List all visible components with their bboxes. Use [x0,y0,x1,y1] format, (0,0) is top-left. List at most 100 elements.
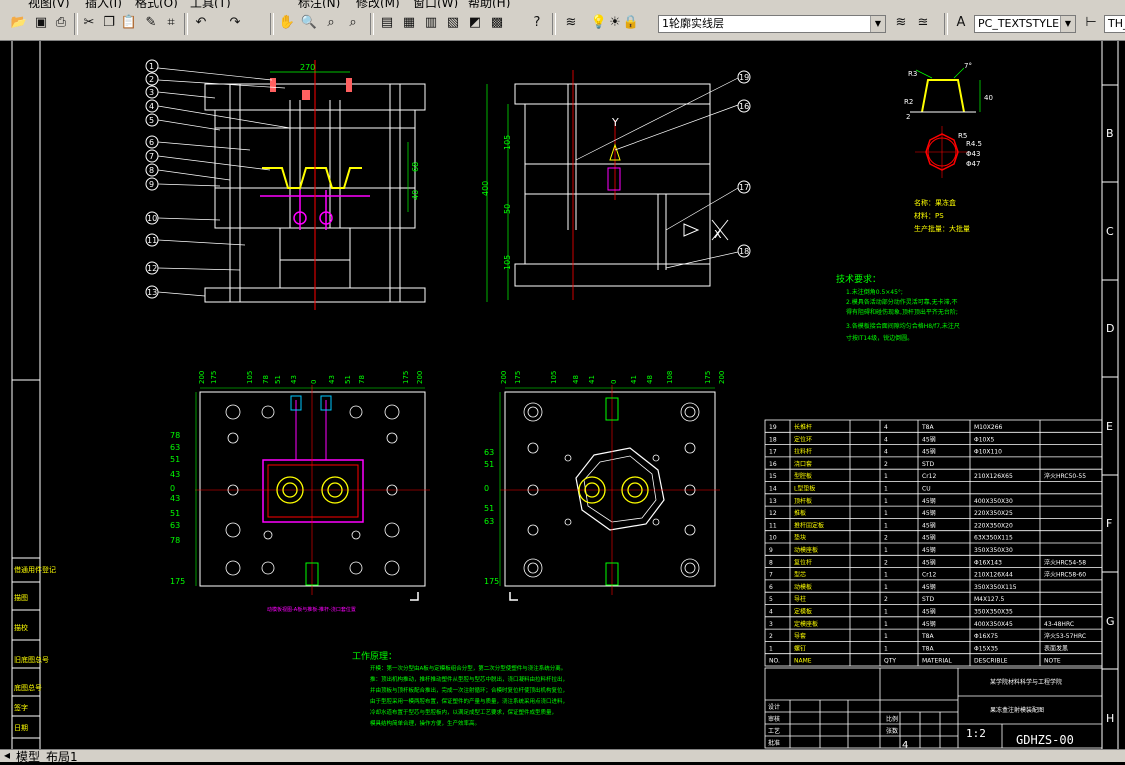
undo-icon[interactable]: ↶ [192,14,210,32]
menu-bar: 视图(V) 插入(I) 格式(O) 工具(T) 标注(N) 修改(M) 窗口(W… [0,0,1125,8]
chevron-down-icon[interactable]: ▼ [1060,16,1075,32]
drawing-canvas[interactable]: B C D E F G H 借通用件登记 描图 描校 旧底图总号 底图总号 签字… [0,41,1125,751]
textstyle-combo[interactable]: PC_TEXTSTYLE ▼ [974,15,1076,33]
bom-cell: 45钢 [922,448,936,456]
tech-line: 寸按IT14级，锐边倒圆。 [846,334,913,342]
menu-dimension[interactable]: 标注(N) [298,0,340,8]
dim: 200 [500,371,508,384]
bom-cell: 2 [884,461,888,468]
bom-cell: T8A [921,424,934,431]
bom-cell: 型腔板 [794,472,812,480]
bom-cell: 220X350X25 [974,510,1013,517]
callout-11: 11 [147,236,157,245]
bom-cell: 动模座板 [794,546,818,554]
sheet-set-icon[interactable]: ▧ [444,14,462,32]
dim: 41 [588,375,596,384]
tab-model[interactable]: 模型 [16,748,40,765]
title-label: 张数 [886,727,898,735]
dim: 105 [550,371,558,384]
bom-header-cell: NO. [769,658,780,665]
help-icon[interactable]: ? [528,14,546,32]
callout-17: 17 [739,183,749,192]
bom-cell: 400X350X30 [974,498,1013,505]
menu-help[interactable]: 帮助(H) [468,0,510,8]
tech-requirements: 技术要求： 1.未注倒角0.5×45°; 2.模具各活动部分动作灵活可靠,无卡滞… [836,273,960,342]
bom-cell: 45钢 [922,558,936,566]
tab-layout1[interactable]: 布局1 [46,748,78,765]
bom-cell: 1 [884,621,888,628]
menu-view[interactable]: 视图(V) [28,0,70,8]
make-layer-current-icon[interactable]: ≋ [892,14,910,32]
dim: 63 [484,448,494,457]
bom-cell: 型芯 [794,571,806,579]
text-style-icon[interactable]: A [952,14,970,32]
dim: 0 [170,484,175,493]
bom-cell: 16 [769,461,777,468]
bom-cell: 6 [769,584,773,591]
tech-line: 3.各模板接合面间隙均匀合格H8/f7,未注尺 [846,322,960,330]
bom-cell: Φ10X5 [974,436,994,443]
dim-top-h1: 68 [411,162,420,172]
pan-icon[interactable]: ✋ [278,14,296,32]
border-letter-g: G [1106,615,1115,628]
layer-manager-icon[interactable]: ≋ [562,14,580,32]
bom-cell: 1 [884,522,888,529]
left-strip-label: 描校 [14,623,28,632]
menu-insert[interactable]: 插入(I) [85,0,122,8]
dim: 51 [484,504,494,513]
school-name: 某学院材料科学与工程学院 [990,678,1062,686]
cut-icon[interactable]: ✂ [80,14,98,32]
assembly-section-view: 1 2 3 4 5 6 7 8 9 10 11 12 13 270 68 40 [145,59,426,310]
bom-cell: 43-48HRC [1044,621,1074,628]
paste-icon[interactable]: 📋 [120,14,138,32]
menu-window[interactable]: 窗口(W) [413,0,458,8]
open-icon[interactable]: 📂 [10,14,28,32]
bom-cell: 定模板 [794,608,812,616]
menu-modify[interactable]: 修改(M) [356,0,400,8]
copy-icon[interactable]: ❐ [100,14,118,32]
left-strip-label: 签字 [14,703,28,712]
callout-9: 9 [149,180,154,189]
dim-style-icon[interactable]: ⊢ [1082,14,1100,32]
tab-nav-icon[interactable]: ◂ [4,748,10,762]
dim: 43 [170,470,180,479]
menu-tools[interactable]: 工具(T) [190,0,231,8]
block-editor-icon[interactable]: ⌗ [162,14,180,32]
callout-3: 3 [149,88,154,97]
tool-palette-icon[interactable]: ▥ [422,14,440,32]
dim-side-3: 105 [503,255,512,270]
border-letters: B C D E F G H [1106,127,1115,725]
detail-dim: R3 [908,70,917,78]
layer-combo[interactable]: 1轮廓实线层 ▼ [658,15,886,33]
menu-format[interactable]: 格式(O) [135,0,178,8]
border-letter-f: F [1106,517,1112,530]
zoom-realtime-icon[interactable]: 🔍 [300,14,318,32]
zoom-previous-icon[interactable]: ⌕ [344,14,362,32]
design-center-icon[interactable]: ▦ [400,14,418,32]
dimstyle-combo[interactable]: TH_ [1104,15,1125,33]
bom-cell: 350X350X30 [974,547,1013,554]
left-strip-label: 描图 [14,593,28,602]
redo-icon[interactable]: ↷ [226,14,244,32]
bom-cell: Cr12 [922,473,936,480]
callouts-right: 19 16 17 18 [737,70,751,258]
bom-cell: 45钢 [922,497,936,505]
quickcalc-icon[interactable]: ▩ [488,14,506,32]
save-icon[interactable]: ▣ [32,14,50,32]
bom-cell: 45钢 [922,435,936,443]
bom-cell: 45钢 [922,509,936,517]
bom-cell: 12 [769,510,777,517]
left-strip-label: 底图总号 [14,683,42,692]
bom-cell: 1 [884,498,888,505]
plot-icon[interactable]: ⎙ [52,14,70,32]
match-properties-icon[interactable]: ✎ [142,14,160,32]
drawing-frame [11,41,1119,749]
markup-icon[interactable]: ◩ [466,14,484,32]
bom-cell: Φ10X110 [974,449,1002,456]
properties-icon[interactable]: ▤ [378,14,396,32]
zoom-window-icon[interactable]: ⌕ [322,14,340,32]
layer-previous-icon[interactable]: ≊ [914,14,932,32]
chevron-down-icon[interactable]: ▼ [870,16,885,32]
bom-cell: 45钢 [922,583,936,591]
bom-cell: 4 [884,436,888,443]
